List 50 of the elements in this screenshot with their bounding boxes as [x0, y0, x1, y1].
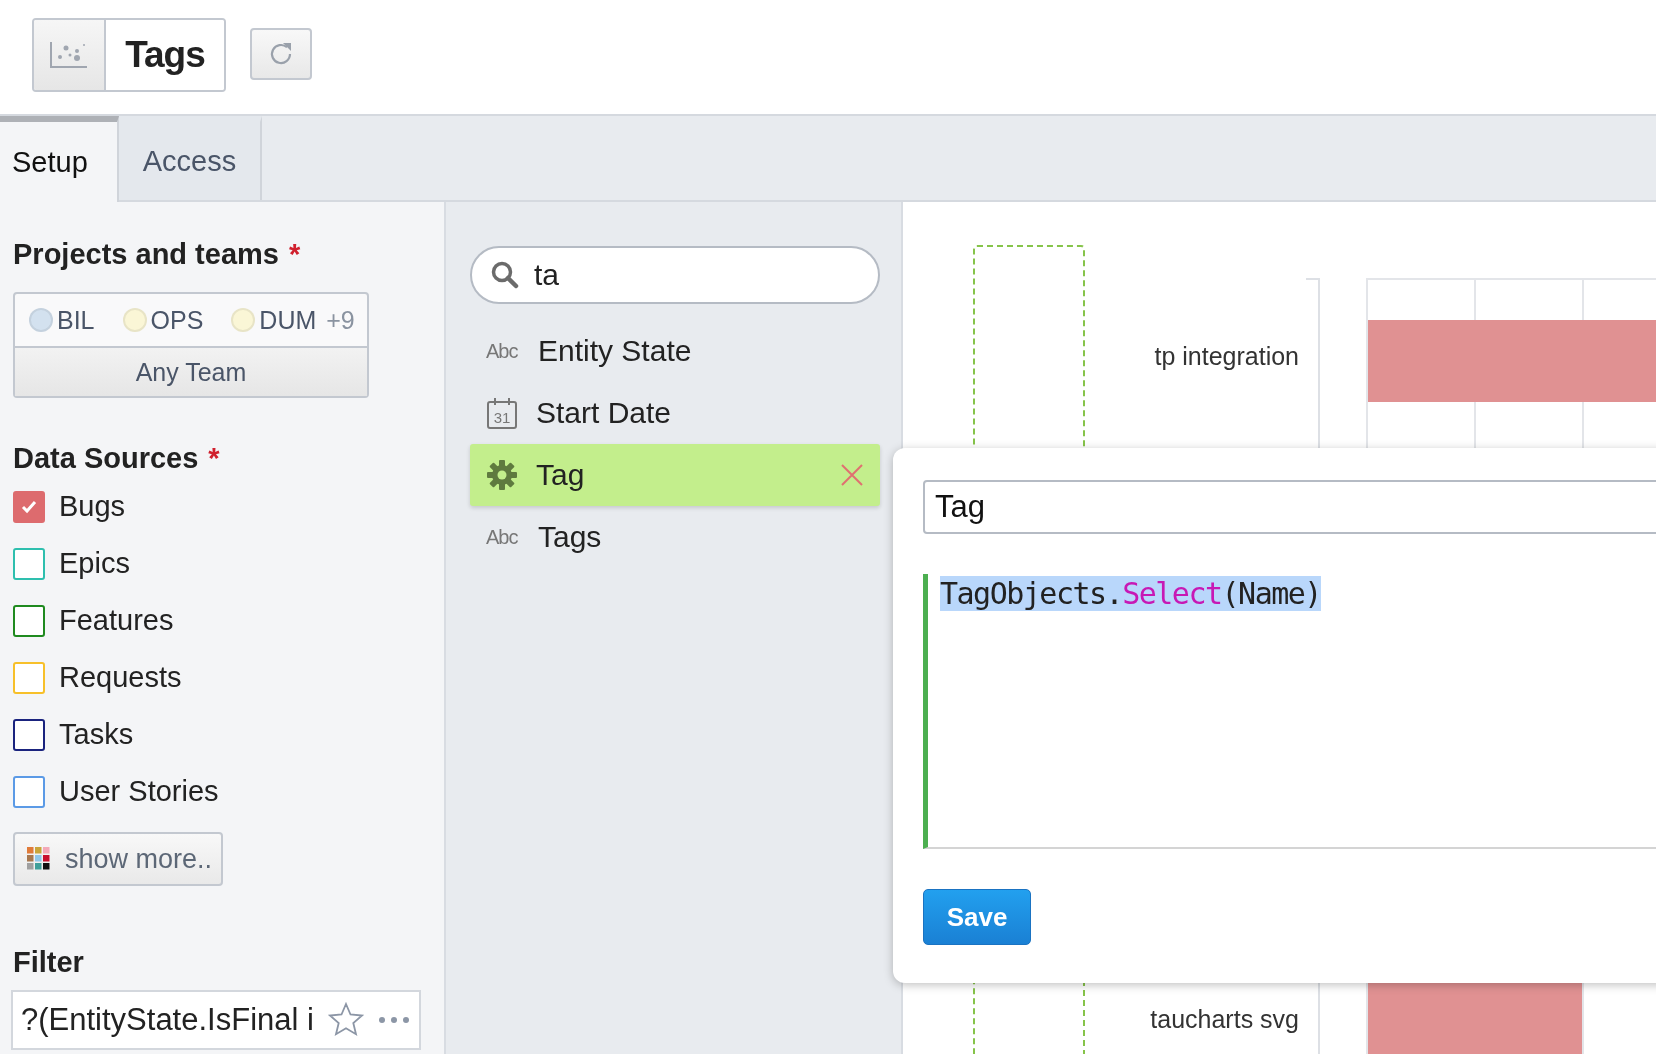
- checkbox-label: Requests: [59, 661, 182, 694]
- project-label: DUM: [259, 305, 317, 335]
- checkbox-label: User Stories: [59, 775, 219, 808]
- field-label: Entity State: [538, 334, 692, 368]
- tab[interactable]: Access: [119, 116, 262, 200]
- code-editor[interactable]: TagObjects.Select(Name): [923, 574, 1656, 849]
- close-icon[interactable]: [840, 463, 864, 487]
- text-type-icon: Abc: [486, 525, 520, 549]
- star-icon[interactable]: [327, 1002, 364, 1038]
- required-mark: *: [208, 441, 220, 475]
- show-more-button[interactable]: show more..: [13, 832, 223, 886]
- section-heading: Projects and teams: [13, 237, 279, 271]
- more-icon[interactable]: [377, 1016, 410, 1024]
- section-heading: Data Sources: [13, 441, 199, 475]
- required-mark: *: [288, 237, 301, 271]
- checkbox-label: Bugs: [59, 490, 126, 523]
- field-label: Tag: [536, 458, 585, 492]
- field-item[interactable]: 31 Start Date: [470, 382, 880, 444]
- field-label: Start Date: [536, 396, 672, 430]
- chart-type-button[interactable]: [34, 20, 106, 90]
- checkbox-label: Tasks: [59, 718, 134, 751]
- filter-field[interactable]: ?(EntityState.IsFinal i: [11, 990, 421, 1050]
- row-label: taucharts svg: [1149, 1005, 1299, 1034]
- project-label: BIL: [57, 305, 95, 335]
- refresh-button[interactable]: [250, 28, 312, 80]
- section-heading: Filter: [13, 944, 84, 980]
- checkbox-label: Epics: [59, 547, 130, 580]
- project-selector[interactable]: BIL OPS DUM +9 Any Team: [13, 292, 369, 398]
- tab[interactable]: Setup: [0, 116, 119, 202]
- count-label: +9: [326, 305, 355, 335]
- checkbox[interactable]: [13, 604, 45, 637]
- scatter-chart-icon: [50, 42, 88, 68]
- color-grid-icon: [27, 847, 51, 871]
- gear-icon: [486, 459, 518, 491]
- field-item[interactable]: Abc Entity State: [470, 320, 880, 382]
- checkbox[interactable]: [13, 490, 45, 523]
- name-field[interactable]: Tag: [923, 480, 1656, 534]
- row-label: tp integration: [1153, 342, 1299, 371]
- text-type-icon: Abc: [486, 339, 520, 363]
- checkbox[interactable]: [13, 547, 45, 580]
- field-item[interactable]: Abc Tags: [470, 506, 880, 568]
- checkbox[interactable]: [13, 718, 45, 751]
- project-label: OPS: [150, 305, 204, 335]
- team-button[interactable]: Any Team: [15, 346, 367, 396]
- checkbox[interactable]: [13, 775, 45, 808]
- search-field[interactable]: ta: [470, 246, 880, 304]
- field-item[interactable]: Tag: [470, 444, 880, 506]
- checkbox-label: Features: [59, 604, 174, 637]
- field-label: Tags: [538, 520, 602, 554]
- search-icon: [490, 260, 520, 290]
